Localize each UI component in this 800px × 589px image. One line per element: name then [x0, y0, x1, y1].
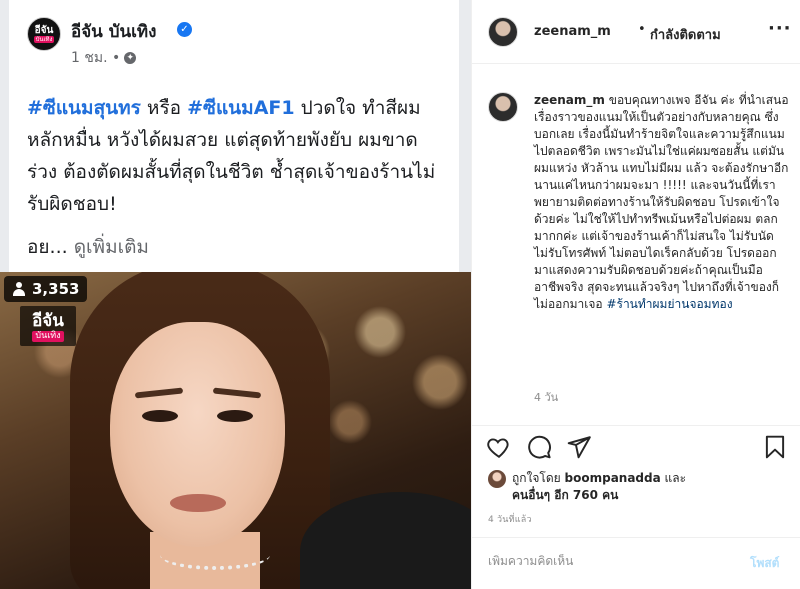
heart-icon[interactable]: [486, 434, 512, 460]
post-more-row: อย... ดูเพิ่มเติม: [27, 232, 149, 262]
photo-lips: [170, 494, 226, 512]
user-avatar[interactable]: [488, 17, 518, 47]
avatar-text: อีจัน: [34, 24, 54, 36]
verified-badge-icon: ✓: [177, 22, 192, 37]
liked-by-user[interactable]: boompanadda: [565, 471, 661, 485]
post-text-segment: หรือ: [140, 97, 188, 119]
page-name[interactable]: อีจัน บันเทิง: [71, 18, 156, 45]
comment-input[interactable]: [488, 554, 718, 568]
post-text-line: #ซีแนมสุนทร หรือ #ซีแนมAF1 ปวดใจ ทำสีผม: [27, 92, 447, 124]
caption-hashtag[interactable]: #ร้านทำผมย่านจอมทอง: [606, 297, 732, 311]
comment-box: โพสต์: [472, 537, 800, 589]
see-more-link[interactable]: ดูเพิ่มเติม: [74, 236, 149, 258]
facebook-post-card: อีจัน บันเทิง อีจัน บันเทิง ✓ 1 ชม. • ✦ …: [9, 0, 459, 272]
hashtag-link[interactable]: #ซีแนมAF1: [187, 97, 294, 119]
post-time[interactable]: 1 ชม. •: [71, 47, 120, 69]
liked-by-text: ถูกใจโดย boompanadda และคนอื่นๆ อีก 760 …: [512, 470, 772, 504]
following-button[interactable]: กำลังติดตาม: [650, 24, 721, 45]
post-header: zeenam_m • กำลังติดตาม ···: [472, 0, 800, 64]
caption-age: 4 วัน: [534, 391, 559, 404]
photo-eye: [217, 410, 253, 422]
hashtag-link[interactable]: #ซีแนมสุนทร: [27, 97, 141, 119]
header-username[interactable]: zeenam_m: [534, 24, 611, 39]
post-text-segment: หลักหมื่น หวังได้ผมสวย แต่สุดท้ายพังยับ …: [27, 129, 418, 151]
viewer-count-badge: 3,353: [4, 276, 88, 302]
post-truncated-text: อย...: [27, 236, 68, 258]
person-icon: [12, 282, 26, 296]
post-text-line: หลักหมื่น หวังได้ผมสวย แต่สุดท้ายพังยับ …: [27, 124, 447, 156]
caption-body: ขอบคุณทางเพจ อีจัน ค่ะ ที่นำเสนอเรื่องรา…: [534, 93, 789, 311]
photo-face: [110, 322, 285, 547]
logo-line-2: บันเทิง: [32, 330, 64, 342]
avatar-subtext: บันเทิง: [33, 35, 55, 43]
post-date: 4 วันที่แล้ว: [488, 515, 532, 525]
share-icon[interactable]: [566, 434, 592, 460]
post-text-segment: ปวดใจ ทำสีผม: [294, 97, 421, 119]
liked-by-prefix: ถูกใจโดย: [512, 471, 565, 485]
liker-avatar[interactable]: [488, 470, 506, 488]
globe-icon: ✦: [124, 52, 137, 64]
liked-by-mid: และ: [660, 471, 687, 485]
photo-watermark-logo: อีจัน บันเทิง: [20, 306, 76, 346]
more-dots-icon[interactable]: ···: [768, 18, 792, 39]
post-meta: 1 ชม. • ✦: [71, 47, 137, 69]
post-text-line: รับผิดชอบ!: [27, 188, 447, 220]
caption-avatar[interactable]: [488, 92, 518, 122]
bookmark-icon[interactable]: [762, 434, 788, 460]
page-avatar[interactable]: อีจัน บันเทิง: [27, 17, 61, 51]
post-comment-button[interactable]: โพสต์: [750, 554, 779, 573]
logo-line-1: อีจัน: [32, 310, 64, 331]
comment-icon[interactable]: [526, 434, 552, 460]
post-text-segment: ร่วง ต้องตัดผมสั้นที่สุดในชีวิต ช้ำสุดเจ…: [27, 161, 436, 183]
post-text-line: ร่วง ต้องตัดผมสั้นที่สุดในชีวิต ช้ำสุดเจ…: [27, 156, 447, 188]
post-text: #ซีแนมสุนทร หรือ #ซีแนมAF1 ปวดใจ ทำสีผมห…: [27, 92, 447, 220]
liked-by-others[interactable]: คนอื่นๆ อีก 760 คน: [512, 488, 618, 502]
instagram-panel: zeenam_m • กำลังติดตาม ··· zeenam_m ขอบค…: [471, 0, 800, 589]
photo-eye: [142, 410, 178, 422]
caption-username[interactable]: zeenam_m: [534, 93, 605, 107]
viewer-count: 3,353: [32, 280, 80, 298]
facebook-post-screenshot: อีจัน บันเทิง อีจัน บันเทิง ✓ 1 ชม. • ✦ …: [0, 0, 471, 589]
post-text-segment: รับผิดชอบ!: [27, 193, 117, 215]
caption-text: zeenam_m ขอบคุณทางเพจ อีจัน ค่ะ ที่นำเสน…: [534, 92, 789, 313]
action-bar: [472, 425, 800, 465]
header-separator: •: [638, 22, 646, 37]
